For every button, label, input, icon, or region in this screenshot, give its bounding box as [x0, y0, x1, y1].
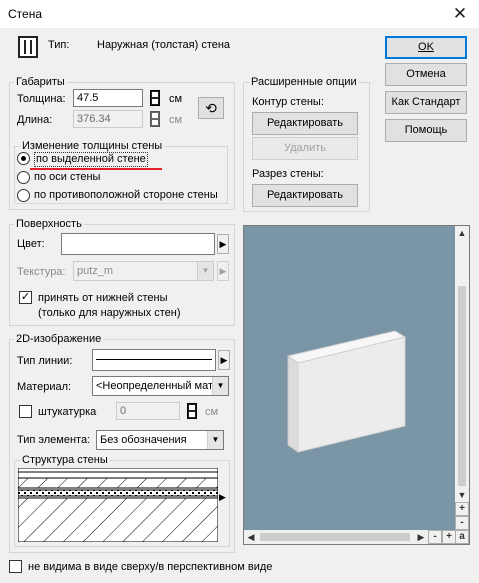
close-icon[interactable]: ✕ — [449, 3, 471, 25]
inherit-label-1: принять от нижней стены — [38, 292, 168, 304]
radio-opposite-side[interactable] — [17, 189, 30, 202]
scroll-up-icon[interactable]: ▲ — [455, 226, 469, 240]
zoom-out-h-button[interactable]: - — [428, 530, 442, 544]
surface-group-label: Поверхность — [14, 218, 84, 230]
color-label: Цвет: — [17, 238, 45, 250]
plaster-input[interactable]: 0 — [116, 402, 180, 420]
chevron-down-icon: ▼ — [197, 262, 213, 280]
advanced-group-label: Расширенные опции — [249, 76, 359, 88]
material-select[interactable]: <Неопределенный мат ▼ — [92, 376, 229, 396]
wall-3d-shape — [286, 330, 407, 453]
radio-opposite-side-label[interactable]: по противоположной стороне стены — [34, 189, 218, 202]
line-type-label: Тип линии: — [17, 355, 73, 367]
structure-label: Структура стены — [20, 454, 110, 466]
preview-vertical-scrollbar[interactable]: ▲ ▼ + - a — [455, 226, 469, 544]
length-input[interactable]: 376.34 — [73, 110, 143, 128]
texture-label: Текстура: — [17, 266, 66, 278]
cancel-button[interactable]: Отмена — [385, 63, 467, 86]
line-type-button[interactable]: ▶ — [218, 350, 230, 370]
radio-wall-axis-label[interactable]: по оси стены — [34, 171, 100, 184]
chevron-down-icon: ▼ — [212, 377, 228, 395]
edit-section-button[interactable]: Редактировать — [252, 184, 358, 207]
element-type-select[interactable]: Без обозначения ▼ — [96, 430, 224, 450]
scroll-right-icon[interactable]: ▶ — [414, 530, 428, 544]
length-spinner[interactable] — [150, 111, 160, 127]
thickness-input[interactable]: 47.5 — [73, 89, 143, 107]
title-bar — [0, 0, 479, 28]
zoom-in-button[interactable]: + — [455, 502, 469, 516]
texture-value: putz_m — [77, 265, 114, 277]
radio-wall-axis[interactable] — [17, 171, 30, 184]
thickness-label: Толщина: — [17, 93, 66, 105]
color-swatch[interactable] — [61, 233, 215, 255]
play-arrow-icon[interactable]: ▶ — [219, 492, 226, 503]
scroll-left-icon[interactable]: ◀ — [244, 530, 258, 544]
play-arrow-icon: ▶ — [219, 266, 227, 276]
length-unit: см — [169, 114, 183, 126]
radio-selected-wall-label[interactable]: по выделенной стене — [34, 152, 148, 167]
horizontal-scroll-thumb[interactable] — [260, 533, 410, 541]
line-sample — [96, 359, 212, 360]
type-value: Наружная (толстая) стена — [97, 39, 231, 51]
element-type-value: Без обозначения — [100, 434, 187, 446]
delete-contour-button[interactable]: Удалить — [252, 137, 358, 160]
swap-direction-button[interactable]: ⟲ — [198, 97, 224, 119]
rotate-arrow-icon: ⟲ — [205, 100, 217, 116]
edit-contour-button[interactable]: Редактировать — [252, 112, 358, 135]
hidden-view-label: не видима в виде сверху/в перспективном … — [28, 561, 273, 573]
plaster-spinner[interactable] — [187, 403, 197, 419]
auto-fit-button[interactable]: a — [455, 530, 469, 544]
texture-picker-button[interactable]: ▶ — [217, 261, 229, 281]
plaster-checkbox[interactable] — [19, 405, 32, 418]
type-label: Тип: — [48, 39, 70, 51]
length-label: Длина: — [17, 114, 53, 126]
thickness-unit: см — [169, 93, 183, 105]
wall-preview-3d[interactable]: ▲ ▼ + - a ◀ ▶ - + — [243, 225, 470, 545]
preview-horizontal-scrollbar[interactable]: ◀ ▶ - + — [244, 530, 456, 544]
color-picker-button[interactable]: ▶ — [217, 234, 229, 254]
texture-select[interactable]: putz_m ▼ — [73, 261, 214, 281]
chevron-down-icon: ▼ — [207, 431, 223, 449]
thickness-change-label: Изменение толщины стены — [20, 140, 165, 152]
zoom-in-h-button[interactable]: + — [442, 530, 456, 544]
contour-label: Контур стены: — [252, 96, 324, 108]
radio-selected-wall[interactable] — [17, 152, 30, 165]
thickness-spinner[interactable] — [150, 90, 160, 106]
line-type-swatch[interactable] — [92, 349, 216, 371]
hidden-view-checkbox[interactable] — [9, 560, 22, 573]
dimensions-group-label: Габариты — [14, 76, 67, 88]
material-label: Материал: — [17, 381, 72, 393]
element-type-label: Тип элемента: — [17, 434, 91, 446]
red-underline — [30, 168, 162, 170]
inherit-checkbox[interactable]: ✓ — [19, 291, 32, 304]
material-value: <Неопределенный мат — [96, 380, 213, 392]
vertical-scroll-thumb[interactable] — [458, 286, 466, 486]
zoom-out-button[interactable]: - — [455, 516, 469, 530]
view2d-group-label: 2D-изображение — [14, 333, 104, 345]
section-label: Разрез стены: — [252, 168, 324, 180]
scroll-down-icon[interactable]: ▼ — [455, 488, 469, 502]
wall-structure-diagram[interactable] — [18, 468, 218, 542]
set-default-button[interactable]: Как Стандарт — [385, 91, 467, 114]
plaster-label: штукатурка — [38, 406, 97, 418]
ok-button[interactable]: OK — [385, 36, 467, 59]
window-title: Стена — [8, 7, 43, 21]
help-button[interactable]: Помощь — [385, 119, 467, 142]
inherit-label-2: (только для наружных стен) — [38, 307, 181, 319]
play-arrow-icon: ▶ — [220, 355, 228, 365]
play-arrow-icon: ▶ — [219, 239, 227, 249]
plaster-unit: см — [205, 406, 219, 418]
wall-icon — [18, 36, 38, 58]
